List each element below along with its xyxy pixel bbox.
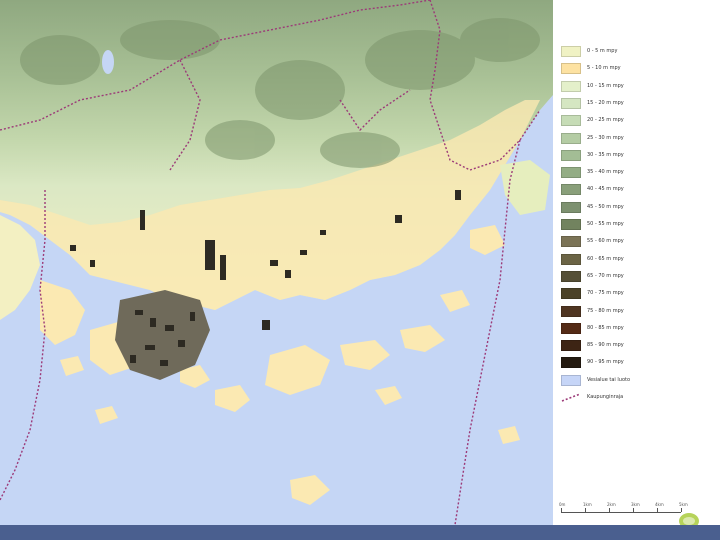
slide: 0 - 5 m mpy 5 - 10 m mpy 10 - 15 m mpy 15 -… [0,0,720,540]
legend-label: 50 - 55 m mpy [587,221,624,227]
legend-label: 70 - 75 m mpy [587,290,624,297]
legend-label: 35 - 40 m mpy [587,169,624,176]
legend-label: 30 - 35 m mpy [587,151,624,158]
lake [102,50,114,74]
scale-label: 0m [559,502,566,507]
legend-label: Kaupunginraja [587,394,624,400]
scale-tick [657,508,658,512]
scale-label: 5km [679,502,688,507]
legend-swatch [561,253,581,265]
legend-label: 15 - 20 m mpy [587,99,624,106]
scale-tick [561,508,562,512]
scale-label: 1km [583,502,592,507]
scale-bar: 0m 1km 2km 3km 4km 5km [559,502,688,524]
legend-swatch [561,132,581,144]
legend-swatch [561,80,581,92]
legend-label: 10 - 15 m mpy [587,82,624,89]
elevation-map [0,0,553,525]
legend-boundary-swatch [561,393,581,402]
legend-label: Vesialue tai luoto [587,376,631,383]
footer-band [0,525,720,540]
legend-swatch [561,115,581,127]
legend-label: 20 - 25 m mpy [587,117,624,124]
legend: 0 - 5 m mpy 5 - 10 m mpy 10 - 15 m mpy 15 -… [553,0,720,525]
legend-label: 90 - 95 m mpy [587,359,624,366]
legend-label: 25 - 30 m mpy [587,134,624,141]
legend-swatch [561,322,581,334]
legend-label: 45 - 50 m mpy [587,203,624,210]
legend-swatch [561,167,581,179]
scale-tick [585,508,586,512]
legend-swatch [561,63,581,75]
legend-label: 0 - 5 m mpy [587,48,618,54]
scale-line [561,512,681,513]
legend-swatch [561,270,581,282]
legend-label: 60 - 65 m mpy [587,255,624,262]
legend-swatch [561,219,581,230]
legend-swatch [561,201,581,213]
scale-label: 3km [631,502,640,507]
legend-swatch [561,149,581,161]
legend-swatch [561,374,581,386]
legend-label: 65 - 70 m mpy [587,272,624,279]
legend-swatch [561,184,581,196]
scale-tick [633,508,634,512]
legend-label: 5 - 10 m mpy [587,65,621,72]
legend-label: 80 - 85 m mpy [587,324,624,331]
scale-tick [609,508,610,512]
legend-swatch [561,340,581,352]
legend-label: 40 - 45 m mpy [587,186,624,193]
legend-label: 85 - 90 m mpy [587,342,624,349]
legend-swatch [561,305,581,317]
legend-swatch [561,236,581,248]
legend-swatch [561,97,581,109]
legend-label: 55 - 60 m mpy [587,238,624,245]
legend-swatch [561,46,581,57]
logo-mark [679,513,699,525]
legend-swatch [561,288,581,300]
scale-label: 4km [655,502,664,507]
scale-label: 2km [607,502,616,507]
legend-label: 75 - 80 m mpy [587,307,624,314]
legend-swatch [561,357,581,369]
